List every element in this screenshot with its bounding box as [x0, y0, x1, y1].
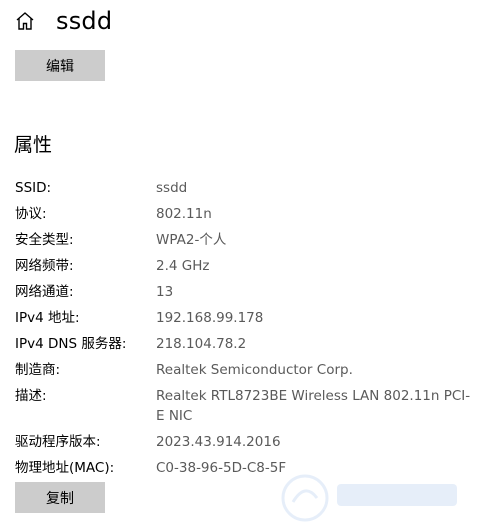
property-row-security-type: 安全类型: WPA2-个人 — [15, 227, 475, 253]
home-icon[interactable] — [14, 10, 36, 32]
property-value: 192.168.99.178 — [156, 310, 264, 326]
property-value: ssdd — [156, 180, 188, 196]
property-row-manufacturer: 制造商: Realtek Semiconductor Corp. — [15, 357, 475, 383]
properties-heading: 属性 — [14, 134, 53, 156]
copy-button[interactable]: 复制 — [15, 482, 105, 513]
edit-button[interactable]: 编辑 — [15, 50, 105, 81]
property-row-ipv4-dns: IPv4 DNS 服务器: 218.104.78.2 — [15, 331, 475, 357]
page-title: ssdd — [56, 7, 113, 35]
property-value: C0-38-96-5D-C8-5F — [156, 460, 287, 476]
property-label: 网络通道: — [15, 284, 74, 300]
property-row-ipv4-address: IPv4 地址: 192.168.99.178 — [15, 305, 475, 331]
property-row-mac-address: 物理地址(MAC): C0-38-96-5D-C8-5F — [15, 455, 475, 481]
property-row-protocol: 协议: 802.11n — [15, 201, 475, 227]
property-value: 2.4 GHz — [156, 258, 210, 274]
property-row-network-channel: 网络通道: 13 — [15, 279, 475, 305]
page-header: ssdd — [14, 4, 112, 38]
property-value: WPA2-个人 — [156, 232, 227, 248]
property-value: 802.11n — [156, 206, 212, 222]
property-row-description: 描述: Realtek RTL8723BE Wireless LAN 802.1… — [15, 383, 475, 429]
property-label: IPv4 地址: — [15, 310, 80, 326]
property-value: 2023.43.914.2016 — [156, 434, 281, 450]
property-value: 218.104.78.2 — [156, 336, 247, 352]
property-label: 协议: — [15, 206, 47, 222]
property-label: SSID: — [15, 180, 52, 196]
property-label: 驱动程序版本: — [15, 434, 101, 450]
property-label: 安全类型: — [15, 232, 74, 248]
property-value: Realtek Semiconductor Corp. — [156, 362, 353, 378]
property-value: 13 — [156, 284, 174, 300]
property-label: IPv4 DNS 服务器: — [15, 336, 127, 352]
property-label: 制造商: — [15, 362, 61, 378]
property-value: Realtek RTL8723BE Wireless LAN 802.11n P… — [156, 388, 471, 424]
property-label: 描述: — [15, 388, 47, 404]
property-row-ssid: SSID: ssdd — [15, 175, 475, 201]
property-row-network-band: 网络频带: 2.4 GHz — [15, 253, 475, 279]
property-row-driver-version: 驱动程序版本: 2023.43.914.2016 — [15, 429, 475, 455]
properties-list: SSID: ssdd 协议: 802.11n 安全类型: WPA2-个人 网络频… — [15, 175, 475, 481]
property-label: 网络频带: — [15, 258, 74, 274]
property-label: 物理地址(MAC): — [15, 460, 115, 476]
